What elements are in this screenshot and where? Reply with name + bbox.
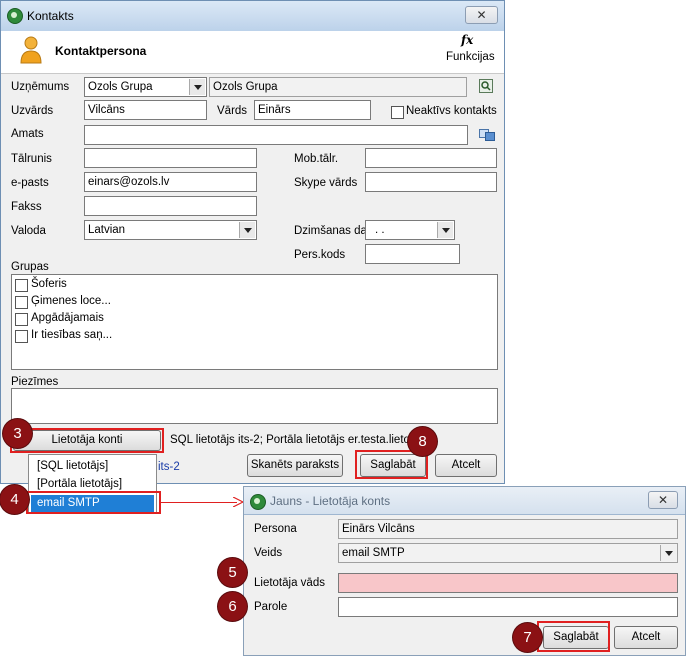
fax-field[interactable] <box>84 196 257 216</box>
username-label: Lietotāja vāds <box>254 577 325 589</box>
fax-label: Fakss <box>11 201 42 213</box>
header-panel: Kontaktpersona fx Funkcijas <box>1 31 504 74</box>
translate-icon[interactable] <box>479 127 495 141</box>
group-label: Ir tiesības saņ... <box>31 329 113 341</box>
person-icon <box>20 36 42 64</box>
chevron-down-icon[interactable] <box>189 79 205 95</box>
dialog-title: Jauns - Lietotāja konts <box>270 494 391 508</box>
name-field[interactable]: Einārs <box>254 100 371 120</box>
position-field[interactable] <box>84 125 468 145</box>
notes-label: Piezīmes <box>11 376 59 388</box>
company-label: Uzņēmums <box>11 81 70 93</box>
birthdate-label: Dzimšanas dat. <box>294 225 374 237</box>
name-label: Vārds <box>217 105 248 117</box>
group-checkbox[interactable] <box>15 330 28 343</box>
close-button[interactable]: ✕ <box>465 6 498 24</box>
groups-list: Šoferis Ģimenes loce... Apgādājamais Ir … <box>11 274 498 370</box>
group-label: Apgādājamais <box>31 312 104 324</box>
menu-item-sql-user[interactable]: [SQL lietotājs] <box>31 458 154 475</box>
chevron-down-icon[interactable] <box>437 222 453 238</box>
type-select[interactable]: email SMTP <box>338 543 678 563</box>
user-accounts-highlight <box>10 428 164 453</box>
birthdate-value: . . <box>375 224 385 236</box>
language-select[interactable]: Latvian <box>84 220 257 240</box>
app-icon <box>7 8 23 24</box>
birthdate-field[interactable]: . . <box>365 220 455 240</box>
password-field[interactable] <box>338 597 678 617</box>
contact-window: Kontakts ✕ Kontaktpersona fx Funkcijas U… <box>0 0 505 484</box>
account-partial-text: its-2 <box>158 461 180 473</box>
username-field[interactable] <box>338 573 678 593</box>
group-checkbox[interactable] <box>15 313 28 326</box>
dialog-title-bar: Jauns - Lietotāja konts ✕ <box>244 487 685 515</box>
group-label: Ģimenes loce... <box>31 295 111 307</box>
step-marker-3: 3 <box>3 419 32 448</box>
person-field: Einārs Vilcāns <box>338 519 678 539</box>
step-marker-8: 8 <box>408 427 437 456</box>
skype-label: Skype vārds <box>294 177 358 189</box>
chevron-down-icon[interactable] <box>239 222 255 238</box>
app-icon <box>250 494 266 510</box>
surname-label: Uzvārds <box>11 105 54 117</box>
connector-arrow <box>161 502 237 503</box>
personal-code-field[interactable] <box>365 244 460 264</box>
personal-code-label: Pers.kods <box>294 249 346 261</box>
step-marker-4: 4 <box>0 485 29 514</box>
skype-field[interactable] <box>365 172 497 192</box>
mobile-label: Mob.tālr. <box>294 153 339 165</box>
title-bar: Kontakts ✕ <box>1 1 504 32</box>
chevron-down-icon[interactable] <box>660 545 676 561</box>
language-value: Latvian <box>88 224 126 236</box>
window-title: Kontakts <box>27 9 74 23</box>
cancel-button[interactable]: Atcelt <box>435 454 497 477</box>
group-label: Šoferis <box>31 278 67 290</box>
person-label: Persona <box>254 523 297 535</box>
function-icon[interactable]: fx <box>461 33 473 47</box>
email-label: e-pasts <box>11 177 49 189</box>
type-label: Veids <box>254 547 283 559</box>
company-code-value: Ozols Grupa <box>88 81 153 93</box>
search-icon[interactable] <box>479 79 493 93</box>
type-value: email SMTP <box>342 547 405 559</box>
phone-field[interactable] <box>84 148 257 168</box>
language-label: Valoda <box>11 225 46 237</box>
position-label: Amats <box>11 128 44 140</box>
inactive-label: Neaktīvs kontakts <box>406 105 497 117</box>
dialog-close-button[interactable]: ✕ <box>648 491 678 509</box>
surname-field[interactable]: Vilcāns <box>84 100 207 120</box>
user-accounts-info: SQL lietotājs its-2; Portāla lietotājs e… <box>170 434 428 446</box>
arrow-head-icon <box>233 497 243 507</box>
inactive-checkbox[interactable] <box>391 106 404 119</box>
user-account-dialog: Jauns - Lietotāja konts ✕ Persona Einārs… <box>243 486 686 656</box>
scanned-signature-button[interactable]: Skanēts paraksts <box>247 454 343 477</box>
step-marker-6: 6 <box>218 592 247 621</box>
password-label: Parole <box>254 601 288 613</box>
company-code-select[interactable]: Ozols Grupa <box>84 77 207 97</box>
group-checkbox[interactable] <box>15 279 28 292</box>
dialog-cancel-button[interactable]: Atcelt <box>614 626 678 649</box>
phone-label: Tālrunis <box>11 153 52 165</box>
step-marker-5: 5 <box>218 558 247 587</box>
group-checkbox[interactable] <box>15 296 28 309</box>
notes-field[interactable] <box>11 388 498 424</box>
company-name-field: Ozols Grupa <box>209 77 467 97</box>
step-marker-7: 7 <box>513 623 542 652</box>
groups-label: Grupas <box>11 261 49 273</box>
dialog-save-highlight <box>537 621 610 652</box>
header-title: Kontaktpersona <box>55 44 147 58</box>
mobile-field[interactable] <box>365 148 497 168</box>
email-smtp-highlight <box>26 491 161 514</box>
functions-label[interactable]: Funkcijas <box>446 51 495 63</box>
email-field[interactable]: einars@ozols.lv <box>84 172 257 192</box>
